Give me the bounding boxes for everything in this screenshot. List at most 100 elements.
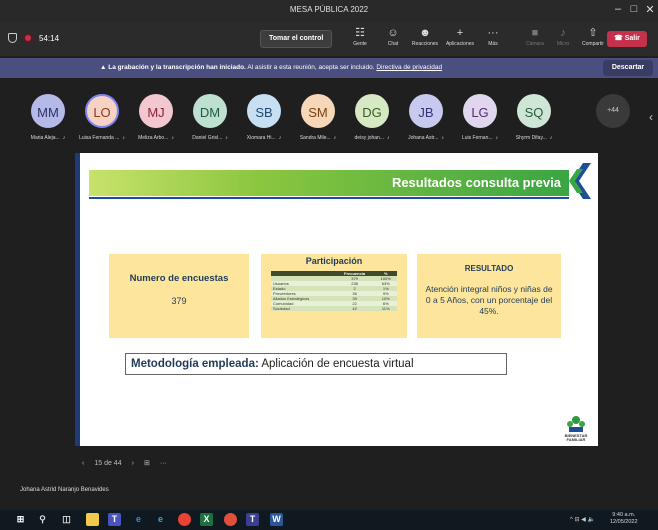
avatar: DG	[355, 94, 389, 128]
participant-tile[interactable]: MJ Meliza Arbo... ♪	[126, 94, 186, 141]
participant-name: Xiomara Hi...	[246, 135, 276, 141]
participant-name-row: Luis Fernan... ♪	[450, 135, 510, 141]
privacy-link[interactable]: Directiva de privacidad	[376, 64, 442, 71]
teams-active-icon[interactable]: T	[246, 513, 259, 526]
table-cell: 11%	[374, 306, 397, 311]
meeting-toolbar: 54:14 Tomar el control ☷ Gente ☺ Chat ☻ Reacc…	[0, 22, 658, 56]
participant-name: Shyrm Difay...	[515, 135, 547, 141]
grid-view-icon[interactable]: ⊞	[144, 459, 150, 467]
clock-time: 9:40 a.m.	[612, 512, 636, 518]
participant-tile[interactable]: JB Johana Astr... ♪	[396, 94, 456, 141]
task-view-icon[interactable]: ◫	[60, 513, 73, 526]
avatar: SB	[247, 94, 281, 128]
meeting-timer: 54:14	[39, 33, 60, 43]
table-cell: Sociedad	[271, 306, 335, 311]
table-cell: 42	[334, 306, 375, 311]
mic-muted-icon: ♪	[333, 135, 337, 141]
next-slide-button[interactable]: ›	[132, 460, 134, 467]
methodology-box: Metodología empleada: Aplicación de encu…	[125, 353, 507, 375]
participant-tile[interactable]: MM Maria Aleja... ♪	[18, 94, 78, 141]
surveys-heading: Numero de encuestas	[129, 273, 229, 284]
family-logo-icon	[567, 416, 585, 432]
window-title: MESA PÚBLICA 2022	[289, 5, 369, 14]
participant-name: Sandra Mile...	[299, 135, 331, 141]
file-explorer-icon[interactable]	[86, 513, 99, 526]
participant-tile[interactable]: DG deisy johan... ♪	[342, 94, 402, 141]
toolbar-item-label: Más	[488, 41, 498, 47]
reacciones-button[interactable]: ☻ Reacciones	[410, 26, 440, 48]
toolbar-item-label: Gente	[353, 41, 367, 47]
warning-icon: ▲	[100, 64, 107, 71]
participant-tile[interactable]: SQ Shyrm Difay... ♪	[504, 94, 564, 141]
gente-button[interactable]: ☷ Gente	[345, 26, 375, 48]
participant-name: Luis Fernan...	[461, 135, 493, 141]
clock: 9:40 a.m. 12/05/2022	[610, 512, 638, 526]
presenter-name: Johana Astrid Naranjo Benavides	[20, 487, 109, 493]
edge-icon[interactable]: e	[132, 513, 145, 526]
excel-icon[interactable]: X	[200, 513, 213, 526]
table-row: Sociedad 42 11%	[271, 306, 397, 311]
avatar: LG	[463, 94, 497, 128]
leave-button[interactable]: ☎ Salir	[607, 31, 647, 47]
shield-icon	[8, 33, 17, 43]
participation-box: Participación Frecuencia% 379 100% Usuario…	[261, 254, 407, 338]
micro-button[interactable]: ♪ Micro	[548, 26, 578, 48]
app-icon[interactable]	[224, 513, 237, 526]
slide-title-band: Resultados consulta previa	[89, 170, 569, 196]
taskbar: ⊞ ⚲ ◫ T e e X T W ^ ⊟ ◀ 🔈 9:40 a.m. 12/0…	[0, 510, 658, 530]
take-control-button[interactable]: Tomar el control	[260, 30, 333, 48]
prev-slide-button[interactable]: ‹	[82, 460, 84, 467]
chevron-left-icon[interactable]: ‹	[649, 110, 653, 124]
participant-name-row: Xiomara Hi... ♪	[234, 135, 294, 141]
aplicaciones-button[interactable]: + Aplicaciones	[445, 26, 475, 48]
share-icon: ⇧	[588, 27, 598, 39]
system-tray[interactable]: ^ ⊟ ◀ 🔈	[570, 516, 595, 523]
toolbar-item-label: Compartir	[582, 41, 604, 47]
people-icon: ☷	[355, 27, 365, 39]
word-icon[interactable]: W	[270, 513, 283, 526]
maximize-icon[interactable]: □	[626, 3, 642, 15]
participant-name-row: Luisa Fernanda ... ♪	[72, 135, 132, 141]
slide-title: Resultados consulta previa	[391, 175, 561, 190]
participant-tile[interactable]: SM Sandra Mile... ♪	[288, 94, 348, 141]
participant-name: Luisa Fernanda ...	[79, 135, 120, 141]
shared-slide: Resultados consulta previa Numero de enc…	[75, 153, 598, 446]
participant-tile[interactable]: LO Luisa Fernanda ... ♪	[72, 94, 132, 141]
divider	[89, 197, 569, 199]
avatar: MM	[31, 94, 65, 128]
teams-icon[interactable]: T	[108, 513, 121, 526]
mic-icon: ♪	[560, 27, 566, 39]
ie-icon[interactable]: e	[154, 513, 167, 526]
participant-name: Johana Astr...	[408, 135, 439, 141]
windows-start-icon[interactable]: ⊞	[14, 513, 27, 526]
avatar: LO	[85, 94, 119, 128]
minimize-icon[interactable]: –	[610, 3, 626, 15]
recording-banner: ▲ La grabación y la transcripción han in…	[0, 58, 658, 78]
slide-more-button[interactable]: ···	[160, 460, 167, 467]
icbf-logo: BIENESTAR FAMILIAR	[559, 415, 593, 442]
chat-icon: ☺	[387, 27, 399, 39]
participant-tile[interactable]: LG Luis Fernan... ♪	[450, 94, 510, 141]
dismiss-button[interactable]: Descartar	[603, 60, 653, 76]
avatar: DM	[193, 94, 227, 128]
close-icon[interactable]: ✕	[642, 3, 658, 16]
chrome-icon[interactable]	[178, 513, 191, 526]
participant-name-row: Maria Aleja... ♪	[18, 135, 78, 141]
title-bar: MESA PÚBLICA 2022 – □ ✕	[0, 0, 658, 22]
toolbar-item-label: Aplicaciones	[445, 41, 475, 47]
participant-tile[interactable]: SB Xiomara Hi... ♪	[234, 94, 294, 141]
slide-navigation: ‹ 15 de 44 › ⊞ ···	[82, 456, 177, 470]
participant-name-row: Shyrm Difay... ♪	[504, 135, 564, 141]
cámara-button[interactable]: ■ Cámara	[520, 26, 550, 48]
más-button[interactable]: ··· Más	[478, 26, 508, 48]
compartir-button[interactable]: ⇧ Compartir	[578, 26, 608, 48]
slide-counter: 15 de 44	[94, 459, 122, 467]
more-participants-button[interactable]: +44	[596, 94, 630, 128]
mic-muted-icon: ♪	[495, 135, 499, 141]
search-icon[interactable]: ⚲	[36, 513, 49, 526]
participant-name-row: Meliza Arbo... ♪	[126, 135, 186, 141]
participant-name-row: deisy johan... ♪	[342, 135, 402, 141]
mic-muted-icon: ♪	[171, 135, 174, 141]
chat-button[interactable]: ☺ Chat	[378, 26, 408, 48]
participant-tile[interactable]: DM Daniel Grisl... ♪	[180, 94, 240, 141]
